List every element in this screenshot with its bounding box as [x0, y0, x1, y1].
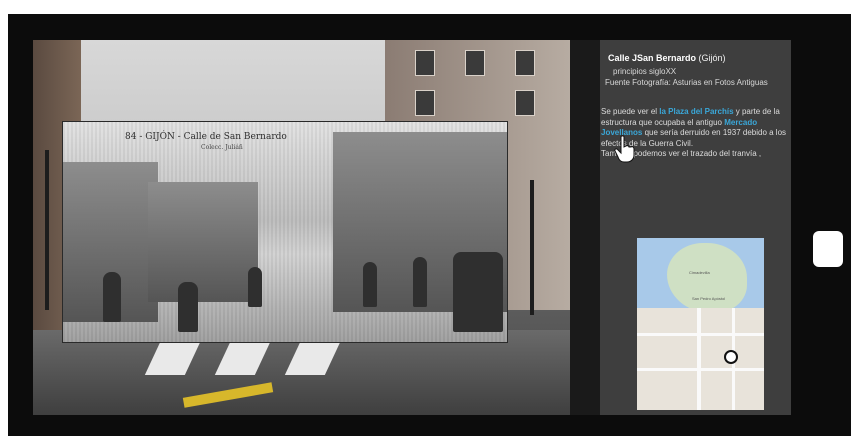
location-marker-icon[interactable] [724, 350, 738, 364]
historic-person [103, 272, 121, 322]
map-label: Cimadevilla [689, 270, 710, 275]
historic-person [248, 267, 262, 307]
photo-date: principios sigloXX [613, 67, 677, 76]
map-road [637, 333, 764, 336]
building-window [415, 90, 435, 116]
photo-source: Fuente Fotografía: Asturias en Fotos Ant… [605, 78, 768, 87]
street-lamp [45, 150, 49, 310]
location-map[interactable]: Cimadevilla San Pedro Apóstol [637, 238, 764, 410]
historic-person [413, 257, 427, 307]
street-name: Calle JSan Bernardo [608, 53, 697, 63]
photo-title: Calle JSan Bernardo (Gijón) [608, 53, 726, 63]
panel-divider [570, 40, 600, 415]
historic-person [453, 252, 503, 332]
historic-photo-caption: 84 - GIJÓN - Calle de San Bernardo [125, 132, 287, 142]
building-window [515, 90, 535, 116]
map-label: San Pedro Apóstol [692, 296, 726, 301]
historic-person [363, 262, 377, 307]
historic-building [148, 182, 258, 302]
street-lamp [530, 180, 534, 315]
hand-pointer-icon [614, 135, 635, 163]
building-window [515, 50, 535, 76]
map-road [697, 308, 701, 410]
historic-photo-subcaption: Colecc. Juliáñ [201, 144, 243, 151]
plaza-link[interactable]: la Plaza del Parchís [659, 107, 733, 116]
historic-photo-overlay: 84 - GIJÓN - Calle de San Bernardo Colec… [62, 121, 508, 343]
city-name: (Gijón) [698, 53, 726, 63]
building-window [415, 50, 435, 76]
description-text-1: Se puede ver el [601, 107, 660, 116]
historic-person [178, 282, 198, 332]
map-road [637, 368, 764, 371]
building-window [465, 50, 485, 76]
next-button[interactable] [813, 231, 843, 267]
